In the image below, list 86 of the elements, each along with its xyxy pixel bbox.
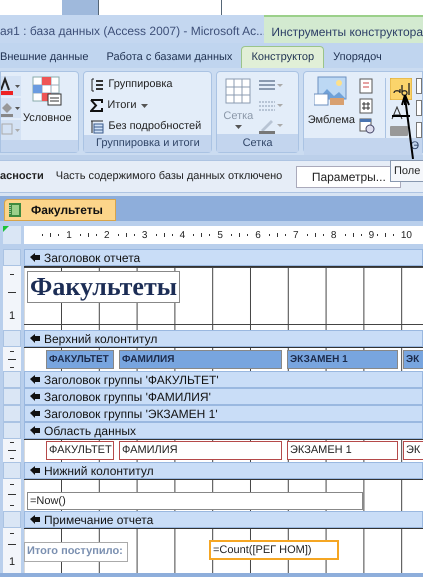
ribbon-tab[interactable]: Работа с базами данных bbox=[97, 46, 242, 68]
ruler-number: 10 bbox=[400, 228, 412, 242]
section-selector-icon bbox=[30, 253, 40, 262]
expression-field[interactable]: =Count([РЕГ НОМ]) bbox=[209, 540, 339, 560]
date-time-icon[interactable] bbox=[359, 118, 375, 134]
report-title[interactable]: Факультеты bbox=[27, 271, 180, 303]
group-label: Э bbox=[411, 139, 419, 154]
section-selector[interactable] bbox=[3, 462, 21, 479]
image-icon bbox=[314, 76, 348, 106]
ruler-number: 7 bbox=[293, 228, 299, 242]
caret-icon bbox=[234, 124, 242, 128]
list-icon[interactable] bbox=[416, 78, 422, 94]
ruler-number: 6 bbox=[255, 228, 261, 242]
ribbon-tab[interactable]: Упорядоч bbox=[324, 46, 391, 68]
section-selector-icon bbox=[30, 334, 40, 343]
line-color-icon[interactable] bbox=[259, 118, 284, 134]
section-selector[interactable] bbox=[3, 511, 21, 528]
section-header[interactable]: Примечание отчета bbox=[24, 511, 423, 528]
document-tab[interactable]: Факультеты bbox=[4, 199, 116, 221]
font-color-icon[interactable] bbox=[1, 76, 21, 96]
group-label: Сетка bbox=[217, 134, 298, 152]
column-label[interactable]: ФАКУЛЬТЕТ bbox=[46, 350, 114, 369]
message-title: асности bbox=[0, 169, 44, 184]
context-tab-title: Инструменты конструктора bbox=[264, 15, 423, 43]
list-icon[interactable] bbox=[416, 100, 422, 116]
section-selector-icon bbox=[30, 466, 40, 475]
column-label[interactable]: ЭК bbox=[403, 350, 423, 369]
page-number-icon[interactable] bbox=[359, 98, 373, 114]
ruler-number: 1 bbox=[66, 228, 72, 242]
annotation-arrow bbox=[390, 95, 414, 159]
ribbon-button[interactable]: Без подробностей bbox=[90, 118, 212, 135]
page-number-icon[interactable] bbox=[359, 78, 373, 94]
hide-details-icon bbox=[90, 119, 104, 134]
ribbon-tab[interactable]: Конструктор bbox=[241, 46, 324, 68]
fill-color-icon[interactable] bbox=[1, 98, 21, 118]
list-icon[interactable] bbox=[416, 122, 422, 138]
section-header[interactable]: Верхний колонтитул bbox=[24, 330, 423, 347]
section-selector[interactable] bbox=[3, 371, 21, 388]
border-icon[interactable] bbox=[1, 120, 21, 140]
ruler-number: 5 bbox=[217, 228, 223, 242]
message-text: Часть содержимого базы данных отключено bbox=[56, 169, 282, 184]
ruler-number: 9 bbox=[368, 228, 374, 242]
ruler-number: 1 bbox=[8, 310, 16, 322]
ruler-number: 1 bbox=[8, 556, 16, 568]
ruler-number: 3 bbox=[142, 228, 148, 242]
vertical-ruler bbox=[3, 479, 21, 511]
field-box[interactable]: ФАМИЛИЯ bbox=[119, 441, 282, 460]
ruler-number: 2 bbox=[104, 228, 110, 242]
section-header[interactable]: Заголовок группы 'ФАКУЛЬТЕТ' bbox=[24, 371, 423, 388]
column-label[interactable]: ЭКЗАМЕН 1 bbox=[287, 350, 398, 369]
ribbon-button[interactable]: Группировка bbox=[90, 76, 212, 93]
field-box[interactable]: ЭК bbox=[403, 441, 423, 460]
section-header[interactable]: Заголовок группы 'ЭКЗАМЕН 1' bbox=[24, 405, 423, 422]
tooltip: Поле bbox=[390, 160, 423, 182]
section-header[interactable]: Область данных bbox=[24, 422, 423, 439]
section-selector-icon bbox=[30, 515, 40, 524]
ruler-number: 8 bbox=[330, 228, 336, 242]
sigma-icon bbox=[90, 99, 104, 112]
field-box[interactable]: ФАКУЛЬТЕТ bbox=[46, 441, 114, 460]
section-header[interactable]: Заголовок группы 'ФАМИЛИЯ' bbox=[24, 388, 423, 405]
ribbon-tab[interactable]: Внешние данные bbox=[0, 46, 98, 68]
section-selector[interactable] bbox=[3, 388, 21, 405]
grid-icon bbox=[225, 78, 252, 104]
grouping-icon bbox=[90, 78, 104, 92]
section-selector[interactable] bbox=[3, 249, 21, 266]
section-selector[interactable] bbox=[3, 405, 21, 422]
section-header[interactable]: Заголовок отчета bbox=[24, 249, 423, 266]
ribbon-button[interactable]: Итоги bbox=[90, 97, 212, 114]
section-header[interactable]: Нижний колонтитул bbox=[24, 462, 423, 479]
column-label[interactable]: ФАМИЛИЯ bbox=[119, 350, 282, 369]
report-icon bbox=[9, 203, 21, 217]
logo-button[interactable]: Эмблема bbox=[308, 76, 355, 138]
conditional-format-button[interactable]: Условное bbox=[23, 76, 72, 126]
group-label: Группировка и итоги bbox=[84, 135, 212, 152]
caret-icon bbox=[140, 104, 148, 108]
ruler-number: 4 bbox=[180, 228, 186, 242]
field-box[interactable]: ЭКЗАМЕН 1 bbox=[287, 441, 398, 460]
ruler-corner[interactable] bbox=[3, 226, 21, 244]
vertical-ruler bbox=[3, 347, 21, 371]
conditional-format-icon bbox=[32, 76, 62, 106]
section-selector[interactable] bbox=[3, 422, 21, 439]
text-box-icon[interactable] bbox=[390, 78, 412, 100]
expression-field[interactable]: =Now() bbox=[27, 492, 363, 510]
line-width-icon[interactable] bbox=[259, 78, 284, 92]
vertical-ruler bbox=[3, 439, 21, 462]
section-selector[interactable] bbox=[3, 330, 21, 347]
